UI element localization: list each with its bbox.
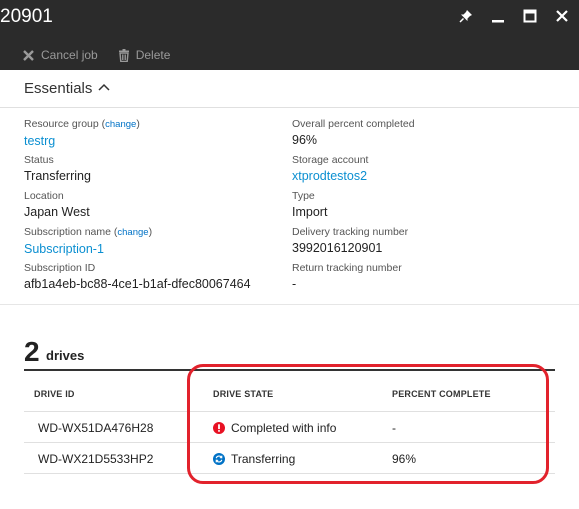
trash-icon [118, 48, 129, 62]
cancel-job-label: Cancel job [41, 48, 98, 62]
type-field: Type Import [292, 189, 327, 221]
resource-group-field: Resource group (change) testrg [24, 118, 140, 150]
delivery-tracking-value: 3992016120901 [292, 241, 383, 255]
section-divider [0, 304, 579, 305]
resource-group-label: Resource group [24, 118, 99, 130]
storage-account-field: Storage account xtprodtestos2 [292, 153, 368, 185]
subscription-id-value: afb1a4eb-bc88-4ce1-b1af-dfec80067464 [24, 277, 251, 291]
subscription-id-label: Subscription ID [24, 262, 96, 274]
essentials-header[interactable]: Essentials [0, 70, 579, 108]
subscription-id-field: Subscription ID afb1a4eb-bc88-4ce1-b1af-… [24, 261, 251, 293]
window-controls [457, 4, 571, 28]
close-icon[interactable] [553, 7, 571, 25]
resource-group-change-link[interactable]: change [105, 119, 136, 130]
location-field: Location Japan West [24, 189, 90, 221]
cancel-icon [23, 49, 34, 61]
subscription-name-field: Subscription name (change) Subscription-… [24, 226, 153, 258]
maximize-icon[interactable] [521, 7, 539, 25]
status-label: Status [24, 154, 54, 166]
drives-count: 2 [24, 336, 40, 367]
status-field: Status Transferring [24, 153, 91, 185]
drive-id-cell[interactable]: WD-WX21D5533HP2 [38, 452, 153, 466]
blade-header: 20901 Cancel job Delete [0, 0, 579, 70]
storage-account-label: Storage account [292, 154, 369, 166]
annotation-highlight [187, 364, 549, 484]
return-tracking-label: Return tracking number [292, 262, 402, 274]
column-header-drive-id[interactable]: DRIVE ID [34, 389, 75, 399]
essentials-title: Essentials [24, 80, 93, 97]
subscription-name-label: Subscription name [24, 226, 111, 238]
drive-id-cell[interactable]: WD-WX51DA476H28 [38, 421, 153, 435]
overall-percent-value: 96% [292, 133, 318, 147]
return-tracking-value: - [292, 277, 297, 291]
drives-heading: drives [46, 348, 85, 363]
delivery-tracking-field: Delivery tracking number 3992016120901 [292, 225, 408, 257]
return-tracking-field: Return tracking number - [292, 261, 402, 293]
location-value: Japan West [24, 205, 90, 219]
overall-percent-field: Overall percent completed 96% [292, 117, 415, 149]
overall-percent-label: Overall percent completed [292, 118, 415, 130]
pin-icon[interactable] [457, 7, 475, 25]
location-label: Location [24, 190, 64, 202]
delete-button[interactable]: Delete [118, 48, 171, 62]
command-bar: Cancel job Delete [22, 45, 170, 65]
delivery-tracking-label: Delivery tracking number [292, 226, 409, 238]
resource-group-value[interactable]: testrg [24, 132, 140, 150]
minimize-icon[interactable] [489, 7, 507, 25]
subscription-change-link[interactable]: change [117, 227, 148, 238]
cancel-job-button[interactable]: Cancel job [22, 48, 98, 62]
delete-label: Delete [135, 48, 171, 62]
type-label: Type [292, 190, 315, 202]
subscription-name-value[interactable]: Subscription-1 [24, 240, 152, 258]
status-value: Transferring [24, 169, 91, 183]
type-value: Import [292, 205, 328, 219]
blade-title: 20901 [0, 6, 53, 27]
chevron-up-icon[interactable] [98, 83, 110, 91]
storage-account-value[interactable]: xtprodtestos2 [292, 167, 368, 185]
